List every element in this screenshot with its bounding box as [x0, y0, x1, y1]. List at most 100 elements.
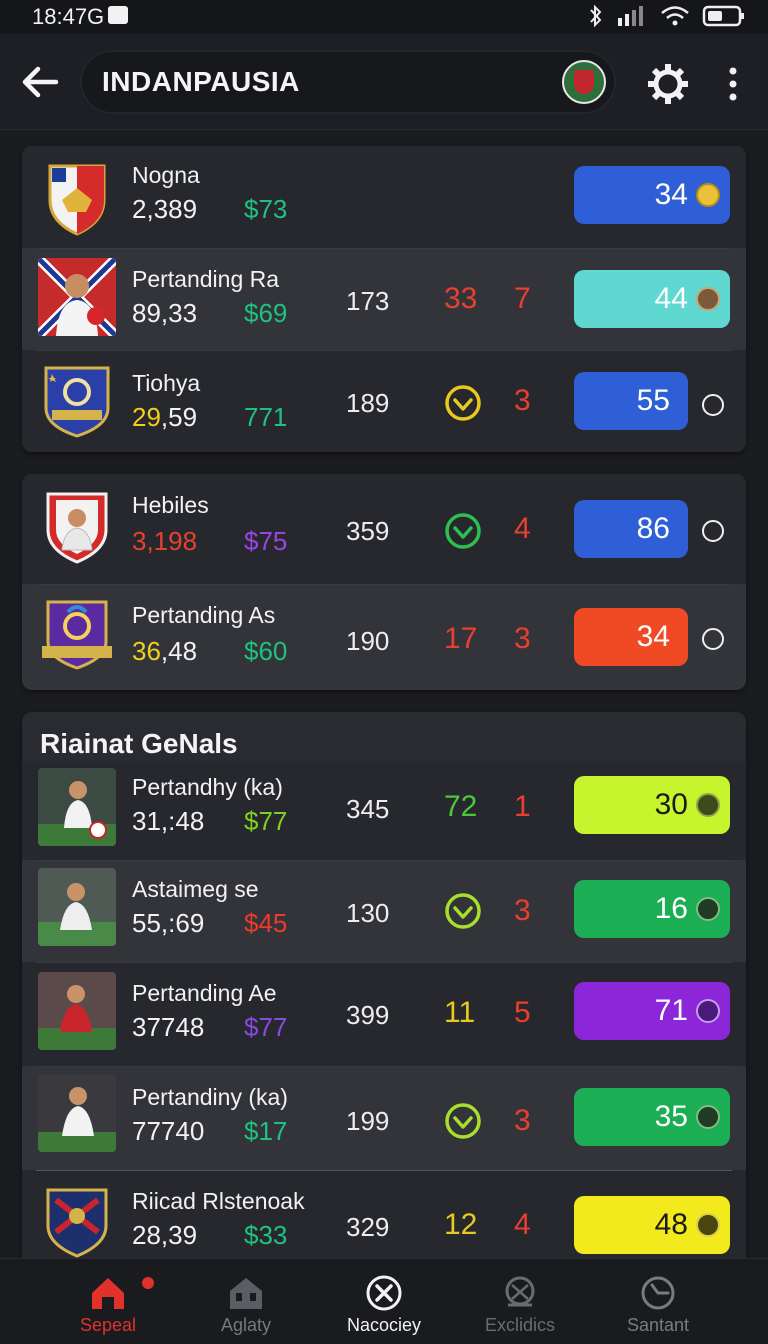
divider — [36, 962, 732, 963]
divider — [36, 1170, 732, 1171]
player-points: 37748 — [132, 1012, 205, 1042]
team-points-highlight: 29 — [132, 402, 161, 432]
player-photo — [38, 972, 116, 1050]
team-points: 89,33 — [132, 298, 198, 328]
bluetooth-icon — [590, 4, 602, 28]
player-price: $45 — [244, 908, 288, 938]
stat-losses: 4 — [514, 1208, 531, 1241]
table-row[interactable]: Pertandiny (ka) 77740 $17 199 3 35 — [22, 1066, 746, 1170]
table-row[interactable]: Pertanding Ra 89,33 $69 173 33 7 44 — [22, 248, 746, 350]
battery-icon — [702, 5, 744, 27]
stat-losses: 3 — [514, 622, 531, 655]
team-points: 36,48 — [132, 636, 197, 667]
team-crest-icon — [38, 362, 116, 440]
match-card-2: Hebiles 3,198 $75 359 4 86 Pertanding As… — [22, 474, 746, 690]
stat-losses: 7 — [514, 282, 531, 315]
arrow-left-icon — [22, 66, 59, 98]
team-points-highlight: 36 — [132, 636, 161, 666]
score-button[interactable]: 86 — [574, 500, 688, 558]
divider — [36, 860, 732, 861]
team-name: Pertanding Ra — [132, 266, 280, 292]
table-row[interactable]: Tiohya 29,59 771 189 3 55 — [22, 350, 746, 452]
score-button[interactable]: 34 — [574, 608, 688, 666]
notification-dot — [142, 1277, 154, 1289]
stat-losses: 3 — [514, 384, 531, 417]
score-button[interactable]: 48 — [574, 1196, 730, 1254]
team-points: 2,389 — [132, 194, 198, 224]
score-value: 71 — [654, 994, 688, 1027]
team-name: Tiohya — [132, 370, 201, 396]
score-button[interactable]: 16 — [574, 880, 730, 938]
title-bar[interactable]: INDANPAUSIA — [80, 50, 616, 114]
table-row[interactable]: Astaimeg se 55,:69 $45 130 3 16 — [22, 860, 746, 962]
team-crest-icon — [38, 1182, 116, 1260]
score-button[interactable]: 35 — [574, 1088, 730, 1146]
stat-matches: 190 — [346, 626, 390, 656]
check-circle-icon — [445, 1103, 481, 1139]
building-icon — [230, 1278, 262, 1309]
team-name: Riicad Rlstenoak — [132, 1188, 305, 1214]
table-row[interactable]: Pertandhy (ka) 31,:48 $77 345 72 1 30 — [22, 762, 746, 860]
stat-losses: 3 — [514, 894, 531, 927]
player-photo — [38, 768, 116, 846]
stat-matches: 345 — [346, 794, 390, 824]
stat-losses: 1 — [514, 790, 531, 823]
stat-goals: 12 — [444, 1208, 478, 1241]
table-row[interactable]: Nogna 2,389 $73 34 — [22, 146, 746, 248]
score-button[interactable]: 30 — [574, 776, 730, 834]
badge-icon — [696, 897, 720, 921]
page-title: INDANPAUSIA — [102, 66, 300, 97]
player-points: 55,:69 — [132, 908, 205, 938]
stat-goals: 11 — [444, 996, 476, 1029]
score-value: 55 — [636, 384, 670, 417]
stat-matches: 173 — [346, 286, 390, 316]
table-row[interactable]: Riicad Rlstenoak 28,39 $33 329 12 4 48 — [22, 1170, 746, 1272]
nav-label: Aglaty — [220, 1315, 272, 1335]
score-button[interactable]: 55 — [574, 372, 688, 430]
nav-item-nacociey[interactable]: Nacociey — [314, 1259, 454, 1344]
team-points: 3,198 — [132, 526, 198, 556]
table-row[interactable]: Pertanding Ae 37748 $77 399 11 5 71 — [22, 962, 746, 1066]
status-ring-icon — [702, 628, 724, 650]
stat-matches: 130 — [346, 898, 390, 928]
table-row[interactable]: Pertanding As 36,48 $60 190 17 3 34 — [22, 584, 746, 690]
badge-icon — [696, 999, 720, 1023]
score-button[interactable]: 44 — [574, 270, 730, 328]
score-button[interactable]: 71 — [574, 982, 730, 1040]
wifi-icon — [661, 6, 689, 26]
match-card-1: Nogna 2,389 $73 34 Pertanding Ra 89,33 $… — [22, 146, 746, 452]
divider — [36, 584, 732, 585]
table-row[interactable]: Hebiles 3,198 $75 359 4 86 — [22, 474, 746, 584]
stat-matches: 199 — [346, 1106, 390, 1136]
score-value: 34 — [636, 620, 670, 653]
more-options-button[interactable] — [718, 62, 748, 106]
check-circle-icon — [445, 893, 481, 929]
team-points-rest: ,48 — [160, 636, 198, 666]
back-button[interactable] — [14, 56, 66, 108]
nav-item-exclidics[interactable]: Exclidics — [450, 1259, 590, 1344]
divider — [36, 1066, 732, 1067]
nav-item-home[interactable]: Sepeal — [38, 1259, 178, 1344]
settings-button[interactable] — [646, 62, 690, 106]
bottom-navigation: Sepeal Aglaty Nacociey Exclidics Santant — [0, 1258, 768, 1344]
player-name: Astaimeg se — [132, 876, 259, 902]
player-name: Pertandiny (ka) — [132, 1084, 288, 1110]
nav-item-santant[interactable]: Santant — [588, 1259, 728, 1344]
status-icons — [588, 4, 746, 28]
stat-matches: 359 — [346, 516, 390, 546]
player-price: $77 — [244, 806, 288, 836]
score-button[interactable]: 34 — [574, 166, 730, 224]
player-points: 77740 — [132, 1116, 205, 1146]
stat-goals: 72 — [444, 790, 478, 823]
stat-losses: 3 — [514, 1104, 531, 1137]
player-price: $17 — [244, 1116, 288, 1146]
player-name: Pertandhy (ka) — [132, 774, 283, 800]
flag-badge-icon[interactable] — [562, 60, 606, 104]
team-price: $69 — [244, 298, 288, 328]
stat-matches: 399 — [346, 1000, 390, 1030]
status-time: 18:47G — [32, 4, 105, 29]
stat-losses: 5 — [514, 996, 531, 1029]
check-circle-icon — [445, 385, 481, 421]
search-icon — [505, 1276, 535, 1307]
nav-item-aglaty[interactable]: Aglaty — [176, 1259, 316, 1344]
